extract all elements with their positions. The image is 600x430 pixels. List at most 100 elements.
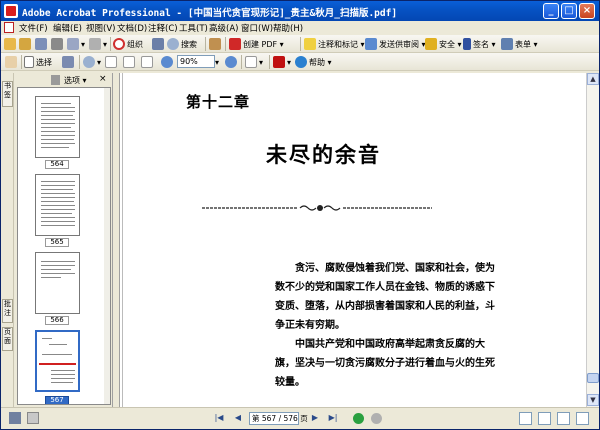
bookmarks-tab[interactable]: 书签 (2, 81, 13, 107)
navigation-rail: 书签 批注 页面 (1, 73, 14, 407)
decorative-divider (202, 205, 432, 211)
first-page-button[interactable]: |◀ (213, 412, 225, 424)
zoom-out-icon (161, 56, 173, 68)
comment-icon (304, 38, 316, 50)
menu-bar: 文件(F) 编辑(E) 视图(V) 文档(D) 注释(C) 工具(T) 高级(A… (1, 21, 599, 35)
page-number-label: 566 (45, 316, 69, 325)
menu-document[interactable]: 文档(D) (117, 22, 147, 34)
paperclip-icon (89, 38, 101, 50)
previous-view-icon[interactable] (353, 413, 364, 424)
acrobat-window: Adobe Acrobat Professional - [中国当代贪官现形记]… (0, 0, 600, 430)
scroll-down-arrow[interactable]: ▼ (587, 394, 599, 406)
last-page-button[interactable]: ▶| (327, 412, 339, 424)
yahoo-button[interactable]: ▾ (273, 55, 291, 69)
fit-width-button[interactable] (141, 55, 155, 69)
organizer-button[interactable] (19, 37, 33, 51)
previous-page-button[interactable]: ◀ (232, 412, 244, 424)
page-thumbnail[interactable] (35, 174, 80, 236)
zoom-input[interactable]: 90% (177, 55, 215, 68)
zoom-in-button[interactable] (225, 55, 239, 69)
page-number-input[interactable]: 第 567 / 576 页 (249, 412, 308, 425)
search-button[interactable]: 搜索 (167, 37, 197, 51)
menu-file[interactable]: 文件(F) (19, 22, 48, 34)
sign-label: 签名 (473, 39, 489, 49)
snapshot-button[interactable] (62, 55, 76, 69)
menu-window[interactable]: 窗口(W) (241, 22, 273, 34)
menu-tools[interactable]: 工具(T) (179, 22, 208, 34)
next-view-icon[interactable] (371, 413, 382, 424)
save-button[interactable] (35, 37, 49, 51)
minimize-button[interactable]: _ (543, 3, 559, 19)
page-info-icon[interactable] (27, 412, 39, 424)
forms-button[interactable]: 表单 ▾ (501, 37, 538, 51)
body-paragraph: 中国共产党和中国政府高举起肃贪反腐的大旗，坚决与一切贪污腐败分子进行着血与火的生… (275, 339, 495, 388)
lock-tool-button[interactable] (152, 37, 166, 51)
create-pdf-button[interactable]: 创建 PDF ▾ (229, 37, 284, 51)
menu-comments[interactable]: 注释(C) (148, 22, 178, 34)
pages-tab[interactable]: 页面 (2, 327, 13, 351)
menu-view[interactable]: 视图(V) (86, 22, 115, 34)
zoom-out-button[interactable] (161, 55, 175, 69)
folder-open-icon (4, 38, 16, 50)
select-tool-button[interactable]: 选择 (24, 55, 52, 69)
page-thumbnail-selected[interactable] (35, 330, 80, 392)
acrobat-app-icon[interactable] (4, 4, 18, 18)
print-button[interactable] (51, 37, 65, 51)
title-bar[interactable]: Adobe Acrobat Professional - [中国当代贪官现形记]… (1, 1, 599, 21)
rotate-button[interactable]: ▾ (245, 55, 263, 69)
sign-button[interactable]: 签名 ▾ (463, 37, 496, 51)
menu-advanced[interactable]: 高级(A) (209, 22, 238, 34)
status-bar: |◀ ◀ 第 567 / 576 页 ▶ ▶| (1, 407, 599, 429)
page-view-icon[interactable] (9, 412, 21, 424)
single-page-view-icon[interactable] (519, 412, 532, 425)
chapter-title: 未尽的余音 (266, 142, 381, 167)
next-page-button[interactable]: ▶ (309, 412, 321, 424)
organizer-tool-button[interactable]: 组织 (113, 37, 143, 51)
comment-markup-button[interactable]: 注释和标记 ▾ (304, 37, 365, 51)
pages-panel-header: 选项 ▾ × (15, 73, 113, 87)
options-menu[interactable]: 选项 ▾ (64, 75, 87, 86)
fit-page-button[interactable] (123, 55, 137, 69)
scroll-up-arrow[interactable]: ▲ (587, 73, 599, 85)
open-button[interactable] (4, 37, 18, 51)
trash-icon[interactable] (51, 75, 60, 85)
send-review-button[interactable]: 发送供审阅 ▾ (365, 37, 426, 51)
email-button[interactable]: ▾ (67, 37, 85, 51)
send-review-icon (365, 38, 377, 50)
attach-button[interactable]: ▾ (89, 37, 107, 51)
facing-view-icon[interactable] (557, 412, 570, 425)
panel-splitter[interactable] (113, 73, 120, 407)
comments-tab[interactable]: 批注 (2, 299, 13, 323)
thumbnail-scrollbar[interactable] (104, 88, 110, 404)
zoom-dropdown[interactable]: ▾ (215, 55, 219, 69)
create-pdf-label: 创建 PDF (243, 39, 278, 49)
page-number-label-selected: 567 (45, 396, 69, 404)
menu-edit[interactable]: 编辑(E) (53, 22, 82, 34)
continuous-facing-view-icon[interactable] (576, 412, 589, 425)
camera-icon (62, 56, 74, 68)
zoom-tool-button[interactable]: ▾ (83, 55, 101, 69)
document-scrollbar[interactable]: ▲ ▼ (586, 73, 599, 407)
help-button[interactable]: 帮助 ▾ (295, 55, 332, 69)
secure-button[interactable]: 安全 ▾ (425, 37, 462, 51)
document-view[interactable]: 第十二章 未尽的余音 贪污、腐败侵蚀着我们党、国家和社会，使为数不少的党和国家工… (120, 73, 586, 407)
menu-help[interactable]: 帮助(H) (273, 22, 303, 34)
close-button[interactable]: × (579, 3, 595, 19)
page-thumbnail[interactable] (35, 252, 80, 314)
page-thumbnail[interactable] (35, 96, 80, 158)
body-paragraph: 贪污、腐败侵蚀着我们党、国家和社会，使为数不少的党和国家工作人员在金钱、物质的诱… (275, 263, 495, 331)
thumbnail-list[interactable]: 564 565 566 567 (17, 87, 111, 405)
window-title: Adobe Acrobat Professional - [中国当代贪官现形记]… (22, 8, 398, 19)
hand-tool-button[interactable] (5, 55, 19, 69)
document-menu-icon[interactable] (4, 22, 14, 33)
help-label: 帮助 (309, 57, 325, 67)
panel-close-button[interactable]: × (99, 74, 107, 84)
scroll-thumb[interactable] (587, 373, 599, 383)
current-view-indicator (39, 363, 76, 365)
forms-icon (501, 38, 513, 50)
people-icon (152, 38, 164, 50)
maximize-button[interactable]: □ (561, 3, 577, 19)
continuous-view-icon[interactable] (538, 412, 551, 425)
stamp-button[interactable] (209, 37, 223, 51)
actual-size-button[interactable] (105, 55, 119, 69)
